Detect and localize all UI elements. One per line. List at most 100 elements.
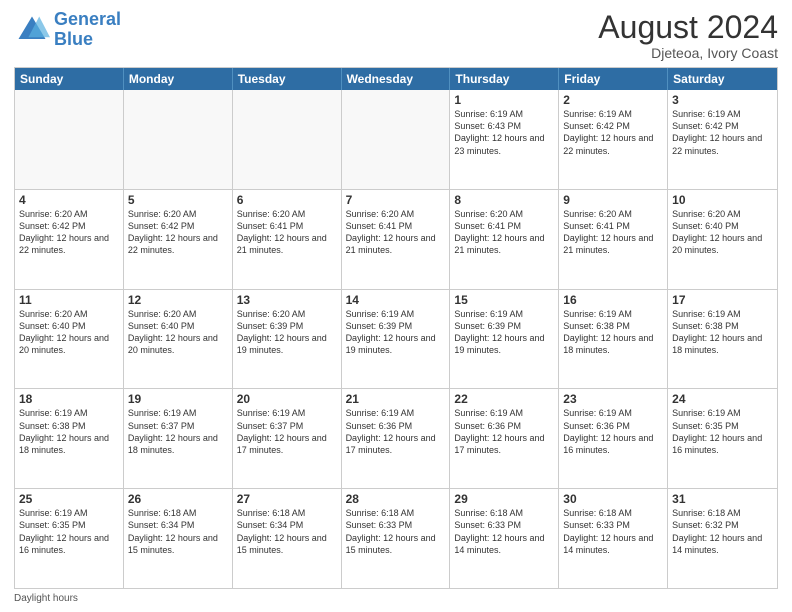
day-number-1-6: 10 (672, 193, 773, 207)
day-number-2-1: 12 (128, 293, 228, 307)
cell-info-1-2: Sunrise: 6:20 AMSunset: 6:41 PMDaylight:… (237, 208, 337, 257)
daylight-3-5: Daylight: 12 hours and 16 minutes. (563, 433, 653, 455)
calendar-cell-1-3: 7Sunrise: 6:20 AMSunset: 6:41 PMDaylight… (342, 190, 451, 289)
cell-info-1-6: Sunrise: 6:20 AMSunset: 6:40 PMDaylight:… (672, 208, 773, 257)
sunrise-3-1: Sunrise: 6:19 AM (128, 408, 197, 418)
daylight-1-5: Daylight: 12 hours and 21 minutes. (563, 233, 653, 255)
cell-info-3-3: Sunrise: 6:19 AMSunset: 6:36 PMDaylight:… (346, 407, 446, 456)
calendar-cell-3-3: 21Sunrise: 6:19 AMSunset: 6:36 PMDayligh… (342, 389, 451, 488)
sunrise-1-5: Sunrise: 6:20 AM (563, 209, 632, 219)
sunrise-1-3: Sunrise: 6:20 AM (346, 209, 415, 219)
title-block: August 2024 Djeteoa, Ivory Coast (598, 10, 778, 61)
sunrise-1-1: Sunrise: 6:20 AM (128, 209, 197, 219)
cell-info-2-5: Sunrise: 6:19 AMSunset: 6:38 PMDaylight:… (563, 308, 663, 357)
calendar-cell-0-5: 2Sunrise: 6:19 AMSunset: 6:42 PMDaylight… (559, 90, 668, 189)
calendar-cell-3-6: 24Sunrise: 6:19 AMSunset: 6:35 PMDayligh… (668, 389, 777, 488)
daylight-4-5: Daylight: 12 hours and 14 minutes. (563, 533, 653, 555)
daylight-3-6: Daylight: 12 hours and 16 minutes. (672, 433, 762, 455)
sunset-2-2: Sunset: 6:39 PM (237, 321, 304, 331)
cell-info-0-5: Sunrise: 6:19 AMSunset: 6:42 PMDaylight:… (563, 108, 663, 157)
day-number-2-6: 17 (672, 293, 773, 307)
sunrise-3-5: Sunrise: 6:19 AM (563, 408, 632, 418)
day-number-4-3: 28 (346, 492, 446, 506)
day-number-0-4: 1 (454, 93, 554, 107)
day-number-0-5: 2 (563, 93, 663, 107)
cell-info-3-4: Sunrise: 6:19 AMSunset: 6:36 PMDaylight:… (454, 407, 554, 456)
sunrise-4-0: Sunrise: 6:19 AM (19, 508, 88, 518)
day-number-3-1: 19 (128, 392, 228, 406)
calendar-cell-3-4: 22Sunrise: 6:19 AMSunset: 6:36 PMDayligh… (450, 389, 559, 488)
calendar-cell-1-2: 6Sunrise: 6:20 AMSunset: 6:41 PMDaylight… (233, 190, 342, 289)
sunset-4-5: Sunset: 6:33 PM (563, 520, 630, 530)
daylight-3-4: Daylight: 12 hours and 17 minutes. (454, 433, 544, 455)
sunrise-4-3: Sunrise: 6:18 AM (346, 508, 415, 518)
sunset-1-2: Sunset: 6:41 PM (237, 221, 304, 231)
sunrise-2-3: Sunrise: 6:19 AM (346, 309, 415, 319)
sunrise-3-6: Sunrise: 6:19 AM (672, 408, 741, 418)
sunset-1-4: Sunset: 6:41 PM (454, 221, 521, 231)
day-number-3-4: 22 (454, 392, 554, 406)
header-monday: Monday (124, 68, 233, 90)
daylight-1-1: Daylight: 12 hours and 22 minutes. (128, 233, 218, 255)
sunrise-4-6: Sunrise: 6:18 AM (672, 508, 741, 518)
calendar-cell-1-1: 5Sunrise: 6:20 AMSunset: 6:42 PMDaylight… (124, 190, 233, 289)
sunrise-2-5: Sunrise: 6:19 AM (563, 309, 632, 319)
daylight-2-1: Daylight: 12 hours and 20 minutes. (128, 333, 218, 355)
calendar-cell-3-2: 20Sunrise: 6:19 AMSunset: 6:37 PMDayligh… (233, 389, 342, 488)
sunrise-2-4: Sunrise: 6:19 AM (454, 309, 523, 319)
calendar-cell-4-4: 29Sunrise: 6:18 AMSunset: 6:33 PMDayligh… (450, 489, 559, 588)
cell-info-1-3: Sunrise: 6:20 AMSunset: 6:41 PMDaylight:… (346, 208, 446, 257)
sunrise-2-2: Sunrise: 6:20 AM (237, 309, 306, 319)
daylight-2-3: Daylight: 12 hours and 19 minutes. (346, 333, 436, 355)
sunset-2-0: Sunset: 6:40 PM (19, 321, 86, 331)
daylight-4-3: Daylight: 12 hours and 15 minutes. (346, 533, 436, 555)
cell-info-1-4: Sunrise: 6:20 AMSunset: 6:41 PMDaylight:… (454, 208, 554, 257)
calendar-cell-4-3: 28Sunrise: 6:18 AMSunset: 6:33 PMDayligh… (342, 489, 451, 588)
calendar-cell-1-5: 9Sunrise: 6:20 AMSunset: 6:41 PMDaylight… (559, 190, 668, 289)
sunset-1-5: Sunset: 6:41 PM (563, 221, 630, 231)
daylight-4-0: Daylight: 12 hours and 16 minutes. (19, 533, 109, 555)
day-number-1-3: 7 (346, 193, 446, 207)
header-friday: Friday (559, 68, 668, 90)
cell-info-3-2: Sunrise: 6:19 AMSunset: 6:37 PMDaylight:… (237, 407, 337, 456)
sunrise-2-1: Sunrise: 6:20 AM (128, 309, 197, 319)
cell-info-4-1: Sunrise: 6:18 AMSunset: 6:34 PMDaylight:… (128, 507, 228, 556)
day-number-2-5: 16 (563, 293, 663, 307)
sunset-0-6: Sunset: 6:42 PM (672, 121, 739, 131)
cell-info-3-5: Sunrise: 6:19 AMSunset: 6:36 PMDaylight:… (563, 407, 663, 456)
calendar-row-2: 11Sunrise: 6:20 AMSunset: 6:40 PMDayligh… (15, 289, 777, 389)
logo-text: General Blue (54, 10, 121, 50)
daylight-0-4: Daylight: 12 hours and 23 minutes. (454, 133, 544, 155)
cell-info-4-6: Sunrise: 6:18 AMSunset: 6:32 PMDaylight:… (672, 507, 773, 556)
daylight-3-3: Daylight: 12 hours and 17 minutes. (346, 433, 436, 455)
sunrise-1-6: Sunrise: 6:20 AM (672, 209, 741, 219)
calendar-cell-2-4: 15Sunrise: 6:19 AMSunset: 6:39 PMDayligh… (450, 290, 559, 389)
calendar-cell-0-3 (342, 90, 451, 189)
cell-info-2-3: Sunrise: 6:19 AMSunset: 6:39 PMDaylight:… (346, 308, 446, 357)
sunset-3-3: Sunset: 6:36 PM (346, 421, 413, 431)
sunrise-1-4: Sunrise: 6:20 AM (454, 209, 523, 219)
calendar: Sunday Monday Tuesday Wednesday Thursday… (14, 67, 778, 589)
day-number-4-6: 31 (672, 492, 773, 506)
sunset-2-4: Sunset: 6:39 PM (454, 321, 521, 331)
calendar-cell-2-3: 14Sunrise: 6:19 AMSunset: 6:39 PMDayligh… (342, 290, 451, 389)
cell-info-4-2: Sunrise: 6:18 AMSunset: 6:34 PMDaylight:… (237, 507, 337, 556)
calendar-row-4: 25Sunrise: 6:19 AMSunset: 6:35 PMDayligh… (15, 488, 777, 588)
calendar-cell-2-2: 13Sunrise: 6:20 AMSunset: 6:39 PMDayligh… (233, 290, 342, 389)
calendar-cell-2-5: 16Sunrise: 6:19 AMSunset: 6:38 PMDayligh… (559, 290, 668, 389)
day-number-3-6: 24 (672, 392, 773, 406)
sunset-1-6: Sunset: 6:40 PM (672, 221, 739, 231)
calendar-row-3: 18Sunrise: 6:19 AMSunset: 6:38 PMDayligh… (15, 388, 777, 488)
day-number-3-2: 20 (237, 392, 337, 406)
cell-info-1-5: Sunrise: 6:20 AM Sunset: 6:41 PM Daylight:… (563, 208, 663, 257)
calendar-cell-4-0: 25Sunrise: 6:19 AMSunset: 6:35 PMDayligh… (15, 489, 124, 588)
calendar-cell-1-4: 8Sunrise: 6:20 AMSunset: 6:41 PMDaylight… (450, 190, 559, 289)
daylight-1-2: Daylight: 12 hours and 21 minutes. (237, 233, 327, 255)
sunset-1-1: Sunset: 6:42 PM (128, 221, 195, 231)
daylight-2-2: Daylight: 12 hours and 19 minutes. (237, 333, 327, 355)
daylight-4-4: Daylight: 12 hours and 14 minutes. (454, 533, 544, 555)
sunset-3-4: Sunset: 6:36 PM (454, 421, 521, 431)
calendar-cell-2-0: 11Sunrise: 6:20 AMSunset: 6:40 PMDayligh… (15, 290, 124, 389)
sunrise-3-0: Sunrise: 6:19 AM (19, 408, 88, 418)
daylight-2-0: Daylight: 12 hours and 20 minutes. (19, 333, 109, 355)
